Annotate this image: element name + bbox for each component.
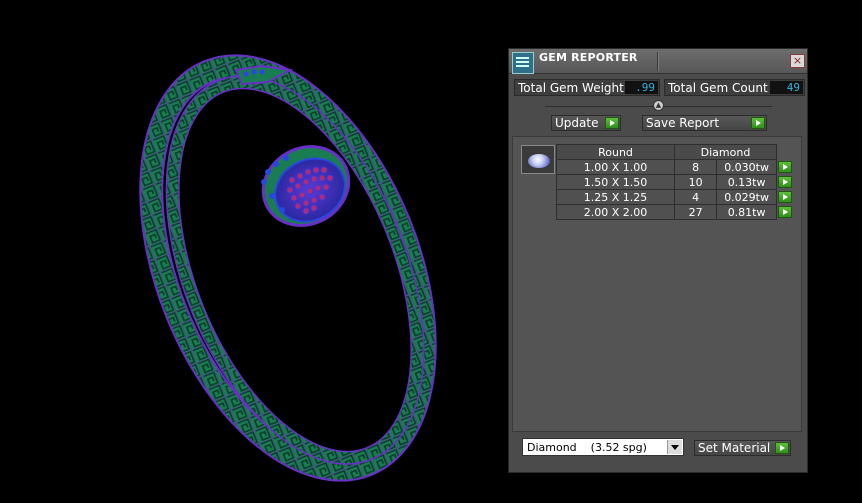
- play-arrow-icon[interactable]: [778, 160, 792, 173]
- total-gem-count-field: Total Gem Count 49: [664, 79, 805, 96]
- table-header-row: Round Diamond: [556, 144, 794, 160]
- gem-weight-cell: 0.030tw: [716, 159, 777, 175]
- header-spacer: [777, 145, 794, 160]
- row-action: [777, 175, 794, 190]
- collapse-icon[interactable]: ▲: [653, 100, 664, 111]
- play-arrow-icon[interactable]: [778, 205, 792, 218]
- update-button-label: Update: [555, 116, 599, 130]
- material-dropdown[interactable]: Diamond (3.52 spg): [522, 438, 684, 456]
- play-arrow-icon[interactable]: [778, 175, 792, 188]
- gem-reporter-panel: GEM REPORTER × Total Gem Weight .99 Tota…: [508, 48, 808, 473]
- set-material-button[interactable]: Set Material: [694, 440, 791, 456]
- bracelet-model[interactable]: [0, 0, 505, 499]
- table-row: 1.50 X 1.50 10 0.13tw: [556, 174, 794, 190]
- gem-size-cell: 1.00 X 1.00: [556, 159, 675, 175]
- row-action: [777, 160, 794, 175]
- panel-title: GEM REPORTER: [539, 51, 638, 64]
- total-gem-weight-field: Total Gem Weight .99: [514, 79, 660, 96]
- panel-titlebar[interactable]: GEM REPORTER ×: [509, 49, 807, 74]
- row-action: [777, 190, 794, 205]
- play-arrow-icon[interactable]: [751, 117, 765, 129]
- gem-weight-cell: 0.029tw: [716, 189, 777, 205]
- set-material-button-label: Set Material: [698, 441, 771, 455]
- close-icon[interactable]: ×: [790, 54, 805, 68]
- update-button[interactable]: Update: [551, 115, 621, 131]
- table-row: 1.00 X 1.00 8 0.030tw: [556, 159, 794, 175]
- gem-list-area: Round Diamond 1.00 X 1.00 8 0.030tw 1.50…: [512, 136, 802, 432]
- gem-count-cell: 4: [673, 189, 718, 205]
- material-dropdown-value: Diamond (3.52 spg): [527, 441, 647, 454]
- total-gem-count-label: Total Gem Count: [668, 81, 768, 95]
- shape-header: Round: [556, 144, 675, 160]
- table-row: 1.25 X 1.25 4 0.029tw: [556, 189, 794, 205]
- play-arrow-icon[interactable]: [605, 117, 619, 129]
- row-action: [777, 205, 794, 220]
- bracelet-band: [139, 54, 437, 482]
- round-diamond-gem-icon[interactable]: [521, 145, 555, 174]
- total-gem-weight-value: .99: [625, 81, 658, 94]
- gem-weight-cell: 0.81tw: [716, 204, 777, 220]
- gem-reporter-app-icon: [512, 52, 534, 74]
- chevron-down-icon[interactable]: [667, 440, 682, 454]
- total-gem-weight-label: Total Gem Weight: [518, 81, 624, 95]
- title-separator: [657, 52, 658, 71]
- material-header: Diamond: [674, 144, 777, 160]
- 3d-viewport[interactable]: [0, 0, 505, 499]
- gem-count-cell: 8: [673, 159, 718, 175]
- gem-table: Round Diamond 1.00 X 1.00 8 0.030tw 1.50…: [556, 144, 794, 220]
- table-row: 2.00 X 2.00 27 0.81tw: [556, 204, 794, 220]
- gem-size-cell: 1.25 X 1.25: [556, 189, 675, 205]
- gem-size-cell: 1.50 X 1.50: [556, 174, 675, 190]
- gem-size-cell: 2.00 X 2.00: [556, 204, 675, 220]
- gem-weight-cell: 0.13tw: [716, 174, 777, 190]
- save-report-button-label: Save Report: [646, 116, 720, 130]
- play-arrow-icon[interactable]: [775, 442, 789, 454]
- gem-count-cell: 27: [673, 204, 718, 220]
- save-report-button[interactable]: Save Report: [642, 115, 767, 131]
- gem-count-cell: 10: [673, 174, 718, 190]
- play-arrow-icon[interactable]: [778, 190, 792, 203]
- total-gem-count-value: 49: [770, 81, 803, 94]
